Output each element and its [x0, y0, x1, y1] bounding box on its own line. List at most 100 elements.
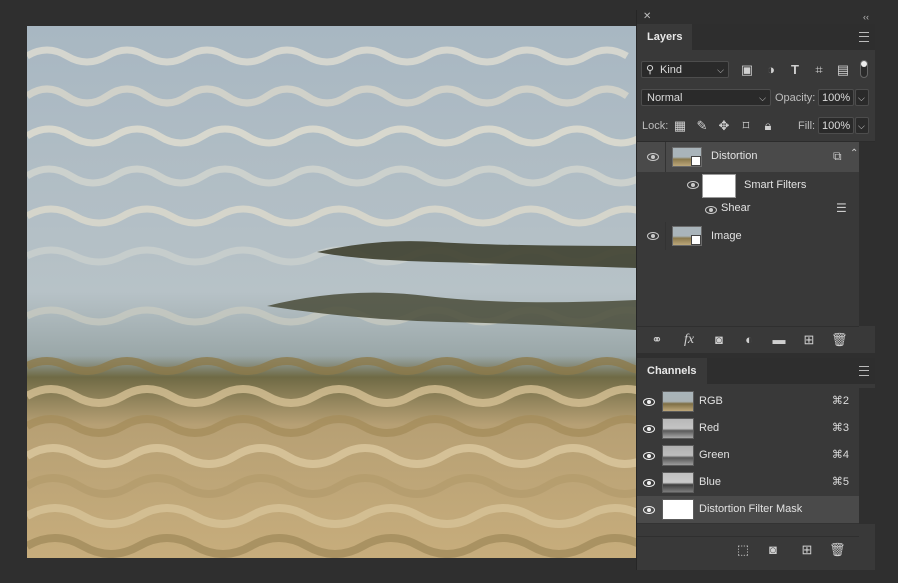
- lock-label: Lock:: [642, 120, 669, 132]
- channels-tab-header: Channels: [637, 358, 875, 384]
- blend-mode-select[interactable]: Normal ⌵: [641, 89, 771, 106]
- collapse-icon[interactable]: ‹‹: [863, 10, 869, 24]
- eye-icon[interactable]: [643, 506, 655, 514]
- adjustment-icon[interactable]: ◐: [741, 332, 757, 348]
- link-icon[interactable]: ⚭: [649, 332, 665, 348]
- channel-name: Red: [699, 422, 720, 434]
- chevron-down-icon: ⌵: [717, 65, 724, 75]
- fill-value: 100%: [822, 120, 851, 132]
- shape-filter-icon[interactable]: ⌗: [811, 62, 827, 78]
- layers-menu-icon[interactable]: [859, 32, 869, 42]
- eye-icon[interactable]: [647, 232, 659, 240]
- filter-kind-select[interactable]: ⚲ Kind ⌵: [641, 61, 729, 78]
- layer-thumbnail: [672, 226, 702, 246]
- trash-icon[interactable]: 🗑︎: [831, 332, 848, 348]
- smart-filters-label: Smart Filters: [744, 179, 807, 191]
- channel-name: Green: [699, 449, 730, 461]
- filter-name: Shear: [721, 202, 751, 214]
- lock-pixels-icon[interactable]: ✎: [694, 118, 710, 134]
- layer-row-image[interactable]: Image: [637, 222, 859, 250]
- tab-layers[interactable]: Layers: [637, 24, 693, 50]
- chevron-up-icon[interactable]: ⌃: [850, 148, 858, 159]
- channel-thumbnail: [662, 472, 694, 493]
- smart-filter-icon[interactable]: ⧉: [833, 149, 842, 164]
- trash-icon[interactable]: 🗑︎: [829, 542, 846, 558]
- opacity-value: 100%: [822, 92, 851, 104]
- selection-icon[interactable]: ⬚: [735, 542, 751, 558]
- channel-shortcut: ⌘3: [831, 422, 849, 434]
- filter-options-icon[interactable]: ☰: [836, 201, 847, 215]
- channel-row-rgb[interactable]: RGB ⌘2: [637, 388, 859, 416]
- channel-row-green[interactable]: Green ⌘4: [637, 442, 859, 470]
- channel-thumbnail: [662, 418, 694, 439]
- layer-thumbnail: [672, 147, 702, 167]
- fill-input[interactable]: 100%: [818, 117, 854, 134]
- layers-scrollbar[interactable]: [859, 142, 875, 326]
- lock-row: Lock: ▦ ✎ ✥ ⌑ 🔒︎ Fill: 100% ⌵: [637, 115, 875, 137]
- channel-row-filter-mask[interactable]: Distortion Filter Mask: [637, 496, 859, 524]
- eye-icon[interactable]: [643, 452, 655, 460]
- adjustment-filter-icon[interactable]: ◑: [763, 62, 779, 78]
- new-channel-icon[interactable]: ⊞: [799, 542, 815, 558]
- tab-channels[interactable]: Channels: [637, 358, 707, 384]
- layer-row-distortion[interactable]: Distortion ⧉ ⌃: [637, 142, 859, 172]
- smart-object-badge-icon: [691, 156, 701, 166]
- filter-toggle[interactable]: [860, 60, 868, 78]
- eye-icon[interactable]: [647, 153, 659, 161]
- filter-row-shear[interactable]: Shear ☰: [637, 198, 859, 220]
- channel-thumbnail: [662, 391, 694, 412]
- save-mask-icon[interactable]: ◙: [765, 542, 781, 558]
- layer-name: Distortion: [711, 150, 758, 162]
- lock-artboard-icon[interactable]: ⌑: [738, 118, 754, 134]
- folder-icon[interactable]: ▬: [771, 332, 787, 348]
- mask-icon[interactable]: ◙: [711, 332, 727, 348]
- filter-kind-label: Kind: [660, 64, 683, 76]
- filter-mask-thumbnail[interactable]: [702, 174, 736, 198]
- document-canvas[interactable]: [27, 26, 636, 558]
- image-filter-icon[interactable]: ▣: [739, 62, 755, 78]
- eye-icon[interactable]: [643, 479, 655, 487]
- fill-label: Fill:: [798, 120, 816, 132]
- blend-mode-label: Normal: [647, 92, 683, 104]
- smart-object-filter-icon[interactable]: ▤: [835, 62, 851, 78]
- lock-all-icon[interactable]: 🔒︎: [760, 118, 776, 134]
- opacity-input[interactable]: 100%: [818, 89, 854, 106]
- layer-name: Image: [711, 230, 742, 242]
- chevron-down-icon: ⌵: [759, 93, 766, 103]
- eye-icon[interactable]: [643, 398, 655, 406]
- close-icon[interactable]: ✕: [643, 10, 651, 24]
- channels-scrollbar[interactable]: [859, 388, 875, 524]
- eye-icon[interactable]: [687, 181, 699, 189]
- channels-bottom-toolbar: ⬚ ◙ ⊞ 🗑︎: [637, 536, 859, 565]
- channel-thumbnail: [662, 499, 694, 520]
- smart-filters-row[interactable]: Smart Filters: [637, 172, 859, 198]
- opacity-label: Opacity:: [775, 92, 816, 104]
- channel-name: Distortion Filter Mask: [699, 503, 803, 515]
- channel-row-blue[interactable]: Blue ⌘5: [637, 469, 859, 497]
- smart-object-badge-icon: [691, 235, 701, 245]
- opacity-dropdown[interactable]: ⌵: [855, 89, 869, 106]
- channel-row-red[interactable]: Red ⌘3: [637, 415, 859, 443]
- channels-menu-icon[interactable]: [859, 366, 869, 376]
- fx-icon[interactable]: fx: [681, 332, 697, 348]
- channel-name: RGB: [699, 395, 723, 407]
- eye-icon[interactable]: [705, 206, 717, 214]
- channel-shortcut: ⌘5: [831, 476, 849, 488]
- layers-tab-header: Layers: [637, 24, 875, 50]
- new-layer-icon[interactable]: ⊞: [801, 332, 817, 348]
- lock-position-icon[interactable]: ✥: [716, 118, 732, 134]
- type-filter-icon[interactable]: T: [787, 62, 803, 78]
- layer-filter-row: ⚲ Kind ⌵ ▣ ◑ T ⌗ ▤: [637, 59, 875, 81]
- layers-bottom-toolbar: ⚭ fx ◙ ◐ ▬ ⊞ 🗑︎: [637, 326, 859, 353]
- channel-thumbnail: [662, 445, 694, 466]
- eye-icon[interactable]: [643, 425, 655, 433]
- channel-name: Blue: [699, 476, 722, 488]
- fill-dropdown[interactable]: ⌵: [855, 117, 869, 134]
- search-icon: ⚲: [646, 64, 655, 76]
- lock-transparency-icon[interactable]: ▦: [672, 118, 688, 134]
- chevron-down-icon: ⌵: [858, 121, 865, 131]
- side-panel: ✕ ‹‹ Layers ⚲ Kind ⌵ ▣ ◑ T ⌗ ▤ Normal ⌵ …: [636, 10, 875, 570]
- panel-topbar: ✕ ‹‹: [637, 10, 875, 24]
- chevron-down-icon: ⌵: [858, 93, 865, 103]
- channel-shortcut: ⌘2: [831, 395, 849, 407]
